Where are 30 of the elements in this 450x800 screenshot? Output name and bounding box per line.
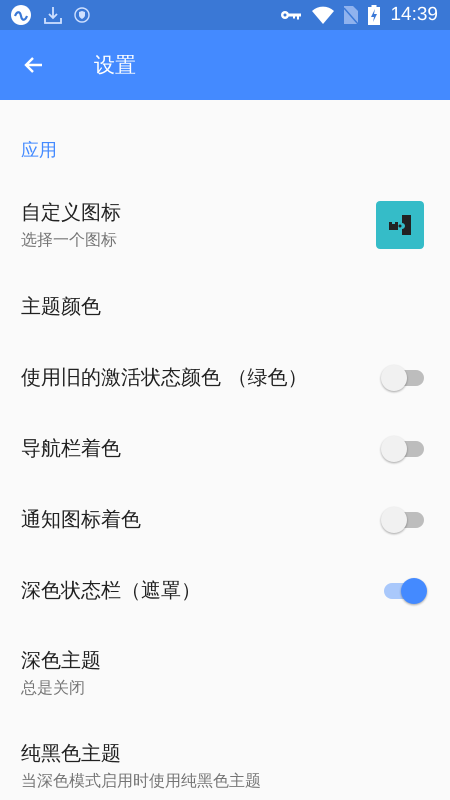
setting-title: 纯黑色主题	[21, 740, 122, 766]
settings-item[interactable]: 主题颜色	[0, 271, 450, 342]
settings-item[interactable]: 使用旧的激活状态颜色 （绿色）	[0, 342, 450, 413]
app-logo-icon	[10, 4, 32, 26]
no-sim-icon	[344, 6, 358, 24]
section-header: 应用	[21, 140, 57, 161]
download-icon	[42, 4, 64, 26]
settings-item[interactable]: 通知图标着色	[0, 484, 450, 555]
screen-title: 设置	[94, 52, 136, 79]
setting-title: 使用旧的激活状态颜色 （绿色）	[21, 364, 308, 391]
clock-time: 14:39	[390, 4, 438, 26]
key-icon	[280, 9, 302, 21]
setting-summary: 当深色模式启用时使用纯黑色主题	[21, 770, 262, 792]
settings-item[interactable]: 纯黑色主题 当深色模式启用时使用纯黑色主题	[0, 719, 450, 800]
setting-title: 深色状态栏（遮罩）	[21, 577, 202, 604]
setting-title: 深色主题	[21, 646, 102, 674]
setting-title: 主题颜色	[21, 293, 102, 320]
setting-summary: 总是关闭	[21, 678, 86, 698]
settings-item[interactable]: 深色主题 总是关闭	[0, 626, 450, 719]
settings-item[interactable]: 导航栏着色	[0, 413, 450, 484]
wifi-icon	[312, 6, 334, 24]
setting-summary: 选择一个图标	[21, 230, 118, 250]
setting-title: 导航栏着色	[21, 435, 122, 462]
settings-item[interactable]: 自定义图标 选择一个图标	[0, 178, 450, 271]
puzzle-app-icon	[376, 200, 424, 248]
shield-icon	[74, 7, 90, 23]
setting-title: 通知图标着色	[21, 506, 142, 533]
setting-title: 自定义图标	[21, 198, 122, 226]
battery-charging-icon	[368, 5, 380, 25]
settings-item[interactable]: 深色状态栏（遮罩）	[0, 555, 450, 626]
